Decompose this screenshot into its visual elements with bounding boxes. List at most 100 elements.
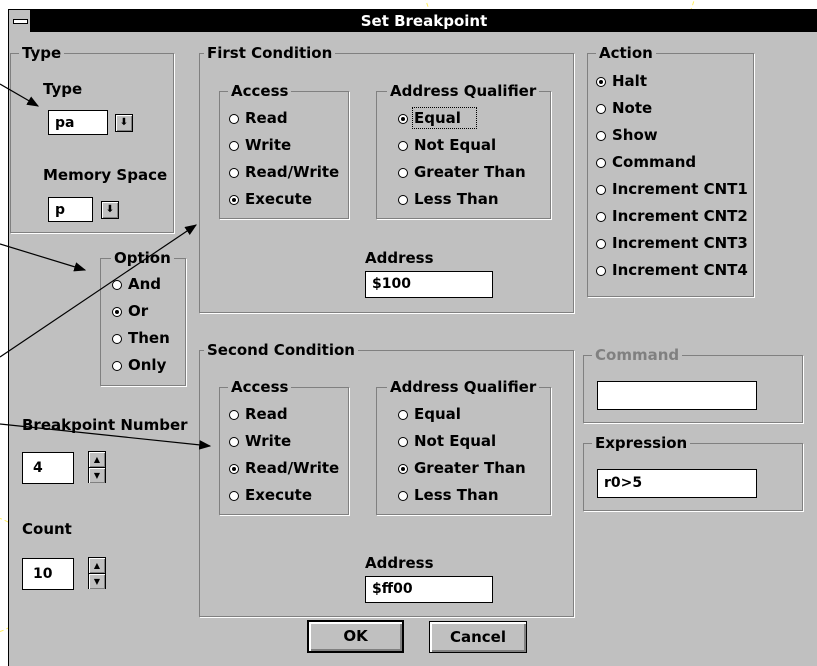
expression-input[interactable]: r0>5 bbox=[597, 469, 757, 498]
radio-indicator bbox=[398, 195, 408, 205]
second-qualifier-not-equal-radio[interactable]: Not Equal bbox=[398, 432, 496, 450]
first-access-write-radio[interactable]: Write bbox=[229, 136, 291, 154]
first-qualifier-greater-than-radio[interactable]: Greater Than bbox=[398, 163, 526, 181]
radio-indicator bbox=[398, 410, 408, 420]
radio-indicator bbox=[398, 437, 408, 447]
radio-indicator bbox=[398, 168, 408, 178]
action-increment-cnt2-radio[interactable]: Increment CNT2 bbox=[596, 207, 748, 225]
radio-indicator bbox=[112, 280, 122, 290]
breakpoint-number-label: Breakpoint Number bbox=[22, 416, 188, 434]
first-condition-legend: First Condition bbox=[204, 44, 336, 62]
second-qualifier-legend: Address Qualifier bbox=[387, 378, 540, 396]
action-show-radio[interactable]: Show bbox=[596, 126, 658, 144]
command-group-legend: Command bbox=[592, 346, 683, 364]
count-label: Count bbox=[22, 520, 72, 538]
option-only-radio[interactable]: Only bbox=[112, 356, 166, 374]
action-halt-radio[interactable]: Halt bbox=[596, 72, 647, 90]
breakpoint-number-spinner[interactable]: ▲ ▼ bbox=[88, 451, 106, 483]
first-access-legend: Access bbox=[228, 82, 292, 100]
second-condition-legend: Second Condition bbox=[204, 341, 358, 359]
radio-indicator bbox=[229, 437, 239, 447]
command-input[interactable] bbox=[597, 381, 757, 410]
type-select[interactable]: pa bbox=[48, 110, 108, 135]
second-qualifier-group: Address Qualifier Equal Not Equal Greate… bbox=[376, 378, 551, 515]
second-condition-group: Second Condition Access Read Write Read/… bbox=[199, 341, 574, 617]
radio-indicator bbox=[596, 104, 606, 114]
option-group: Option And Or Then Only bbox=[100, 249, 186, 386]
radio-indicator bbox=[229, 141, 239, 151]
radio-indicator bbox=[112, 307, 122, 317]
radio-indicator bbox=[229, 195, 239, 205]
second-access-execute-radio[interactable]: Execute bbox=[229, 486, 312, 504]
option-then-radio[interactable]: Then bbox=[112, 329, 170, 347]
first-address-input[interactable]: $100 bbox=[365, 271, 493, 298]
second-qualifier-greater-than-radio[interactable]: Greater Than bbox=[398, 459, 526, 477]
spin-down-icon[interactable]: ▼ bbox=[89, 467, 105, 483]
second-access-readwrite-radio[interactable]: Read/Write bbox=[229, 459, 339, 477]
radio-indicator bbox=[229, 491, 239, 501]
action-note-radio[interactable]: Note bbox=[596, 99, 652, 117]
dialog-title: Set Breakpoint bbox=[360, 12, 488, 30]
action-group-legend: Action bbox=[596, 44, 656, 62]
first-condition-group: First Condition Access Read Write Read/W… bbox=[199, 44, 574, 313]
ok-button[interactable]: OK bbox=[307, 620, 404, 653]
type-label: Type bbox=[43, 80, 83, 98]
count-input[interactable]: 10 bbox=[22, 558, 74, 590]
action-increment-cnt3-radio[interactable]: Increment CNT3 bbox=[596, 234, 748, 252]
radio-indicator bbox=[596, 77, 606, 87]
action-command-radio[interactable]: Command bbox=[596, 153, 696, 171]
first-qualifier-not-equal-radio[interactable]: Not Equal bbox=[398, 136, 496, 154]
breakpoint-number-input[interactable]: 4 bbox=[22, 452, 74, 484]
radio-indicator bbox=[596, 266, 606, 276]
spin-up-icon[interactable]: ▲ bbox=[89, 452, 105, 467]
first-address-label: Address bbox=[365, 249, 434, 267]
radio-indicator bbox=[112, 361, 122, 371]
first-qualifier-less-than-radio[interactable]: Less Than bbox=[398, 190, 499, 208]
radio-indicator bbox=[596, 158, 606, 168]
first-qualifier-equal-radio[interactable]: Equal bbox=[398, 107, 477, 129]
action-increment-cnt4-radio[interactable]: Increment CNT4 bbox=[596, 261, 748, 279]
system-menu-icon[interactable] bbox=[9, 10, 31, 32]
first-access-execute-radio[interactable]: Execute bbox=[229, 190, 312, 208]
spin-up-icon[interactable]: ▲ bbox=[89, 558, 105, 573]
first-qualifier-legend: Address Qualifier bbox=[387, 82, 540, 100]
option-group-legend: Option bbox=[111, 249, 174, 267]
first-access-read-radio[interactable]: Read bbox=[229, 109, 288, 127]
second-qualifier-less-than-radio[interactable]: Less Than bbox=[398, 486, 499, 504]
option-or-radio[interactable]: Or bbox=[112, 302, 148, 320]
action-increment-cnt1-radio[interactable]: Increment CNT1 bbox=[596, 180, 748, 198]
second-access-write-radio[interactable]: Write bbox=[229, 432, 291, 450]
type-group-legend: Type bbox=[19, 44, 65, 62]
radio-indicator bbox=[229, 168, 239, 178]
radio-indicator bbox=[398, 464, 408, 474]
radio-indicator bbox=[398, 114, 408, 124]
second-address-label: Address bbox=[365, 554, 434, 572]
second-access-legend: Access bbox=[228, 378, 292, 396]
action-group: Action Halt Note Show Command Increment … bbox=[587, 44, 754, 297]
second-qualifier-equal-radio[interactable]: Equal bbox=[398, 405, 461, 423]
cancel-button[interactable]: Cancel bbox=[429, 621, 527, 653]
second-address-input[interactable]: $ff00 bbox=[365, 576, 493, 603]
radio-indicator bbox=[229, 410, 239, 420]
radio-indicator bbox=[229, 464, 239, 474]
radio-indicator bbox=[596, 131, 606, 141]
second-access-read-radio[interactable]: Read bbox=[229, 405, 288, 423]
memory-space-select[interactable]: p bbox=[48, 197, 93, 222]
set-breakpoint-dialog: Set Breakpoint Type Type pa ⬇ Memory Spa… bbox=[8, 9, 817, 666]
first-qualifier-group: Address Qualifier Equal Not Equal Greate… bbox=[376, 82, 551, 219]
memory-space-dropdown-arrow-icon[interactable]: ⬇ bbox=[101, 201, 119, 219]
radio-indicator bbox=[398, 491, 408, 501]
spin-down-icon[interactable]: ▼ bbox=[89, 573, 105, 589]
radio-indicator bbox=[596, 212, 606, 222]
option-and-radio[interactable]: And bbox=[112, 275, 161, 293]
second-access-group: Access Read Write Read/Write Execute bbox=[219, 378, 349, 515]
radio-indicator bbox=[596, 185, 606, 195]
type-dropdown-arrow-icon[interactable]: ⬇ bbox=[115, 114, 133, 132]
first-access-group: Access Read Write Read/Write Execute bbox=[219, 82, 349, 219]
command-group: Command bbox=[583, 346, 803, 423]
memory-space-label: Memory Space bbox=[43, 166, 168, 184]
expression-group-legend: Expression bbox=[592, 434, 691, 452]
count-spinner[interactable]: ▲ ▼ bbox=[88, 557, 106, 589]
first-access-readwrite-radio[interactable]: Read/Write bbox=[229, 163, 339, 181]
radio-indicator bbox=[398, 141, 408, 151]
